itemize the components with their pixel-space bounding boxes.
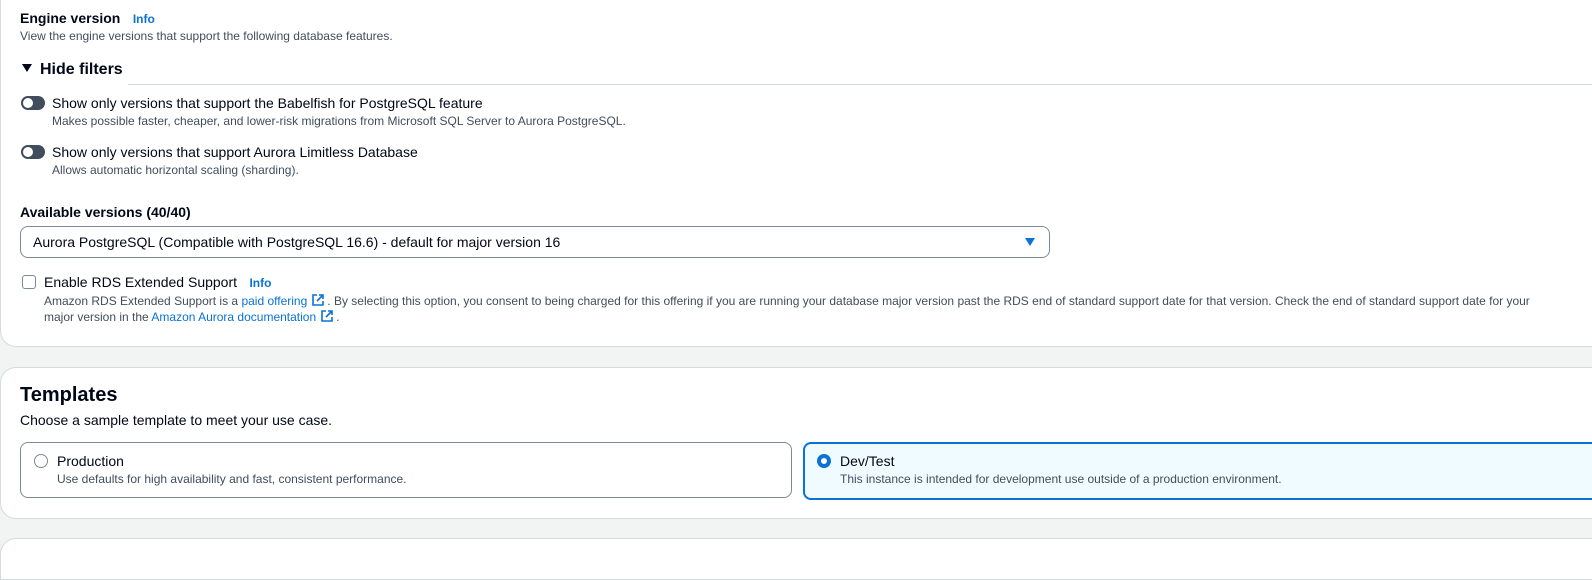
engine-version-description: View the engine versions that support th…: [20, 29, 393, 43]
extended-support-text-2: . By selecting this option, you consent …: [327, 294, 1530, 308]
filters-divider: [128, 84, 1592, 85]
toggle-knob: [23, 147, 33, 157]
extended-support-info-link[interactable]: Info: [249, 276, 271, 290]
external-link-icon[interactable]: [320, 309, 334, 323]
devtest-label: Dev/Test: [840, 453, 895, 469]
babelfish-filter-label: Show only versions that support the Babe…: [52, 95, 483, 111]
aurora-documentation-link[interactable]: Amazon Aurora documentation: [151, 310, 316, 324]
hide-filters-label: Hide filters: [40, 61, 123, 78]
limitless-filter-description: Allows automatic horizontal scaling (sha…: [52, 163, 299, 177]
extended-support-text-4: .: [336, 310, 340, 324]
devtest-radio[interactable]: [817, 454, 831, 468]
engine-version-info-link[interactable]: Info: [133, 12, 155, 26]
extended-support-checkbox[interactable]: [22, 275, 36, 289]
templates-title: Templates: [20, 384, 118, 406]
extended-support-text-1: Amazon RDS Extended Support is a: [44, 294, 239, 308]
limitless-filter-toggle[interactable]: [21, 145, 45, 159]
production-label: Production: [57, 453, 124, 469]
next-section-panel: [0, 538, 1592, 580]
extended-support-header: Enable RDS Extended Support Info: [44, 274, 271, 292]
babelfish-filter-toggle[interactable]: [21, 96, 45, 110]
dropdown-arrow-icon: [1025, 238, 1035, 246]
devtest-description: This instance is intended for developmen…: [840, 472, 1282, 486]
toggle-knob: [23, 98, 33, 108]
extended-support-text-3: major version in the: [44, 310, 149, 324]
available-versions-label: Available versions (40/40): [20, 204, 191, 220]
engine-version-label: Engine version: [20, 10, 121, 26]
template-production-tile[interactable]: Production Use defaults for high availab…: [20, 442, 792, 498]
hide-filters-toggle[interactable]: Hide filters: [22, 61, 123, 79]
engine-version-header: Engine version Info: [20, 10, 155, 28]
templates-description: Choose a sample template to meet your us…: [20, 412, 333, 428]
template-devtest-tile[interactable]: Dev/Test This instance is intended for d…: [803, 442, 1592, 500]
caret-down-icon: [22, 64, 32, 72]
engine-version-selected-value: Aurora PostgreSQL (Compatible with Postg…: [33, 234, 561, 250]
paid-offering-link[interactable]: paid offering: [241, 294, 307, 308]
external-link-icon[interactable]: [311, 293, 325, 307]
engine-version-select[interactable]: Aurora PostgreSQL (Compatible with Postg…: [20, 226, 1050, 258]
extended-support-description: Amazon RDS Extended Support is a paid of…: [44, 293, 1584, 325]
production-description: Use defaults for high availability and f…: [57, 472, 407, 486]
production-radio[interactable]: [34, 454, 48, 468]
extended-support-label: Enable RDS Extended Support: [44, 274, 238, 290]
limitless-filter-label: Show only versions that support Aurora L…: [52, 144, 418, 160]
babelfish-filter-description: Makes possible faster, cheaper, and lowe…: [52, 114, 626, 128]
